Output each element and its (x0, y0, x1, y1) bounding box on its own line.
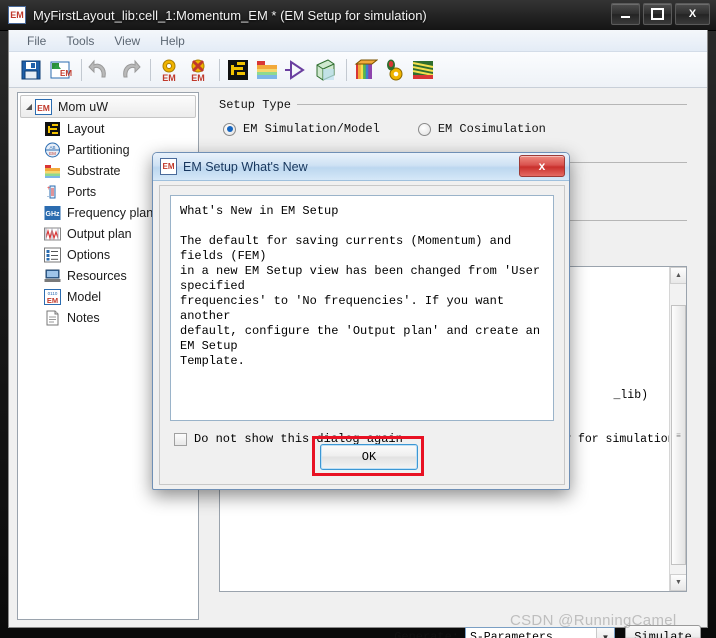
save-em-icon[interactable]: EM (47, 57, 73, 83)
tree-item-layout[interactable]: Layout (18, 118, 198, 139)
substrate-icon (44, 163, 61, 179)
menu-bar: File Tools View Help (9, 30, 707, 52)
tree-item-label: Notes (67, 310, 100, 325)
tree-item-label: Ports (67, 184, 97, 199)
options-icon (44, 247, 61, 263)
bottom-bar: Generate: S-Parameters ▼ Simulate (205, 622, 701, 638)
svg-text:EM: EM (191, 73, 205, 83)
tree-item-label: Model (67, 289, 102, 304)
dialog-close-button[interactable]: x (519, 155, 565, 177)
em-settings-icon[interactable]: EM (156, 57, 182, 83)
redo-icon[interactable] (116, 57, 142, 83)
toolbar-separator (81, 58, 82, 81)
svg-text:EM: EM (49, 151, 56, 156)
em-icon: EM (35, 98, 52, 115)
tree-root-label: Mom uW (58, 99, 108, 114)
log-scrollbar[interactable]: ▲ ≡ ▼ (669, 267, 686, 591)
do-not-show-checkbox[interactable] (174, 432, 187, 446)
menu-file[interactable]: File (17, 32, 56, 50)
tree-item-label: Frequency plan (67, 205, 154, 220)
partitioning-icon: AB EM (44, 142, 61, 158)
tree-item-label: Substrate (67, 163, 121, 178)
close-button[interactable]: X (675, 3, 710, 25)
radio-em-cosimulation[interactable] (417, 122, 431, 136)
mesh-cube-icon[interactable] (312, 57, 338, 83)
frequency-plan-icon: GHz (44, 205, 61, 221)
generate-value: S-Parameters (470, 630, 553, 638)
group-separator (283, 104, 687, 105)
visualization-icon[interactable] (410, 57, 436, 83)
title-bar: EM MyFirstLayout_lib:cell_1:Momentum_EM … (0, 0, 716, 31)
menu-tools[interactable]: Tools (56, 32, 104, 50)
toolbar-separator (150, 58, 151, 81)
window-controls: X (611, 3, 710, 25)
toolbar-separator (219, 58, 220, 81)
dialog-text-content: What's New in EM Setup The default for s… (170, 195, 554, 421)
toolbar-separator (346, 58, 347, 81)
dialog-title: EM Setup What's New (183, 159, 308, 174)
substrate-icon[interactable] (254, 57, 280, 83)
svg-text:EM: EM (60, 69, 72, 78)
svg-text:AB: AB (49, 145, 55, 150)
generate-dropdown[interactable]: S-Parameters ▼ (465, 626, 615, 638)
dialog-ok-button[interactable]: OK (320, 444, 418, 470)
layout-icon[interactable] (225, 57, 251, 83)
maximize-button[interactable] (643, 3, 672, 25)
notes-icon (44, 310, 61, 326)
layout-icon (44, 121, 61, 137)
minimize-button[interactable] (611, 3, 640, 25)
save-icon[interactable] (18, 57, 44, 83)
tree-item-label: Partitioning (67, 142, 130, 157)
dialog-title-bar: EM EM Setup What's New x (153, 153, 569, 181)
tree-item-label: Resources (67, 268, 127, 283)
generate-label: Generate: (394, 630, 459, 638)
window-title: MyFirstLayout_lib:cell_1:Momentum_EM * (… (33, 7, 427, 23)
ports-icon: + - (44, 184, 61, 200)
tree-item-label: Layout (67, 121, 105, 136)
setup-type-radio-group: EM Simulation/Model EM Cosimulation (223, 122, 584, 136)
output-plan-icon (44, 226, 61, 242)
rainbow-cube-icon[interactable] (352, 57, 379, 83)
setup-type-group-label: Setup Type (219, 98, 298, 112)
ports-triangle-icon[interactable] (283, 57, 309, 83)
tree-root-mom-uw[interactable]: ◢ EM Mom uW (20, 95, 196, 118)
radio-label-em-simulation-model: EM Simulation/Model (243, 122, 380, 136)
svg-text:GHz: GHz (46, 211, 61, 218)
tree-item-label: Output plan (67, 226, 132, 241)
application-window: EM MyFirstLayout_lib:cell_1:Momentum_EM … (0, 0, 716, 638)
minimize-icon (621, 15, 630, 18)
toolbar: EM EM EM (9, 52, 707, 88)
resources-icon (44, 268, 61, 284)
svg-text:EM: EM (162, 73, 176, 83)
app-icon: EM (8, 6, 26, 24)
svg-text:EM: EM (37, 103, 50, 113)
svg-text:-: - (47, 194, 49, 200)
simulate-gear-icon[interactable] (381, 57, 407, 83)
menu-view[interactable]: View (104, 32, 150, 50)
undo-icon[interactable] (87, 57, 113, 83)
maximize-icon (651, 8, 664, 20)
dialog-em-icon: EM (160, 158, 177, 175)
scroll-thumb[interactable]: ≡ (671, 305, 686, 565)
scroll-down-button[interactable]: ▼ (670, 574, 686, 591)
svg-text:+: + (47, 186, 51, 192)
menu-help[interactable]: Help (150, 32, 195, 50)
em-delete-icon[interactable]: EM (185, 57, 211, 83)
chevron-down-icon[interactable]: ▼ (596, 627, 614, 638)
simulate-button[interactable]: Simulate (625, 624, 701, 638)
tree-item-label: Options (67, 247, 111, 262)
model-icon: 0110 EM (44, 288, 61, 305)
scroll-up-button[interactable]: ▲ (670, 267, 686, 284)
radio-label-em-cosimulation: EM Cosimulation (437, 122, 546, 136)
radio-em-simulation-model[interactable] (223, 122, 236, 136)
svg-text:EM: EM (47, 296, 58, 305)
expander-icon[interactable]: ◢ (23, 102, 35, 111)
